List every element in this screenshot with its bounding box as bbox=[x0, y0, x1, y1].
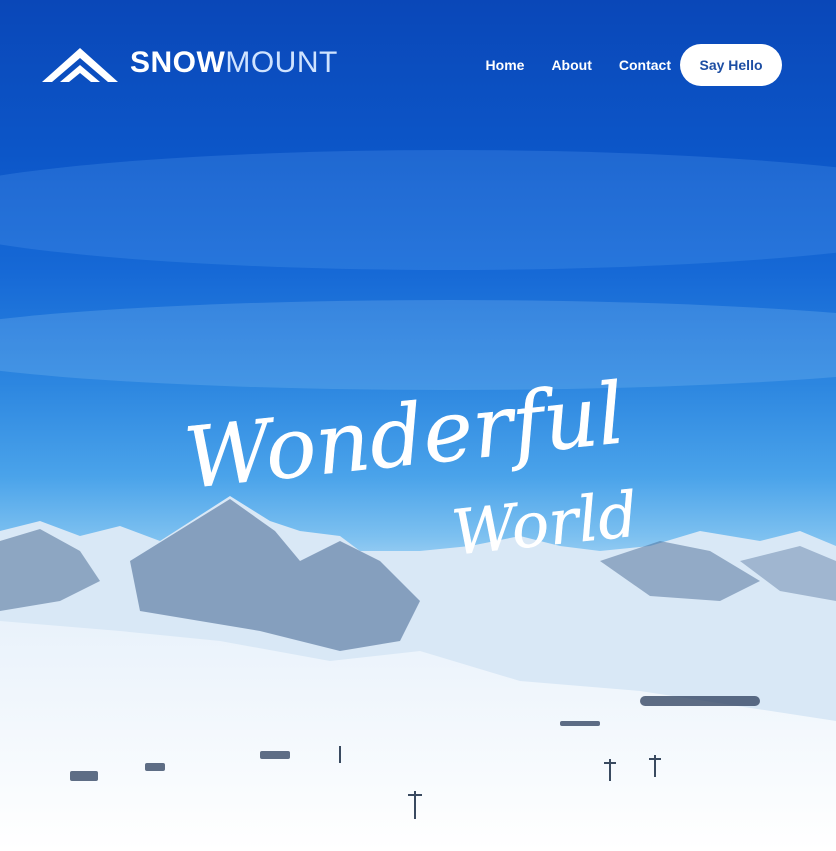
hero-line-2: World bbox=[449, 477, 642, 569]
hero-headline: Wonderful World bbox=[180, 364, 642, 570]
hero-section: SNOWMOUNT Home About Contact Say Hello W… bbox=[0, 0, 836, 851]
